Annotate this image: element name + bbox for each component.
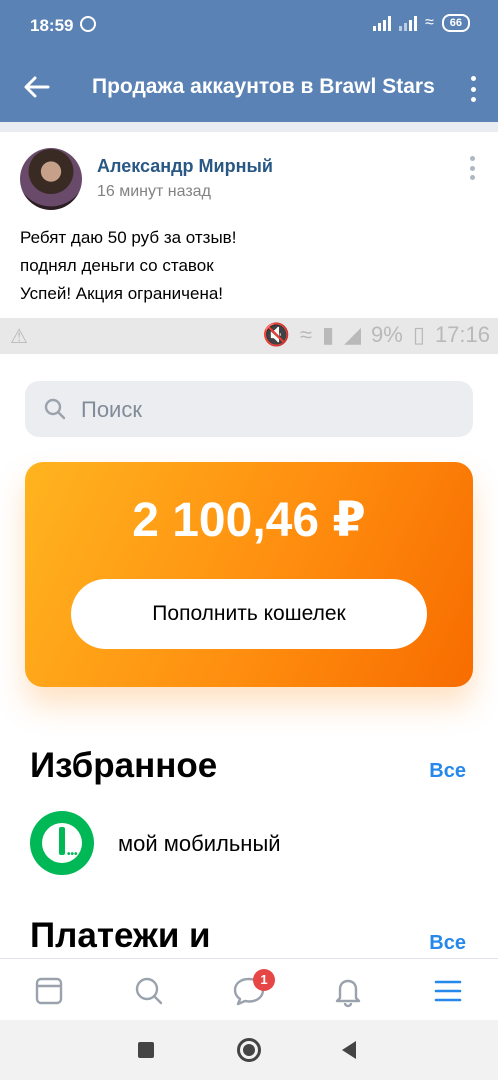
search-icon[interactable] [129,971,169,1011]
wifi-icon: ≈ [299,322,312,347]
back-button[interactable] [342,1041,356,1059]
megafon-logo-icon: ••• [30,811,94,875]
section-divider [0,122,498,132]
more-options-icon[interactable] [468,74,478,104]
battery-icon: ▯ [412,322,425,347]
newsfeed-icon[interactable] [29,971,69,1011]
embedded-status-bar: ⚠ 🔇 ≈ ▮ ◢ 9% ▯ 17:16 [0,318,498,354]
favorites-title: Избранное [30,746,218,785]
post-text-line: Ребят даю 50 руб за отзыв! [20,228,237,247]
post-image[interactable]: ⚠ 🔇 ≈ ▮ ◢ 9% ▯ 17:16 Поиск 2 100,46 ₽ По… [0,318,498,1020]
mute-icon: 🔇 [262,322,290,347]
tab-bar: 1 [0,958,498,1020]
post-time: 16 минут назад [97,183,211,200]
favorites-all-link: Все [429,760,466,782]
embedded-battery-percent: 9% [371,322,403,347]
payments-title: Платежи и [30,916,211,955]
battery-icon: 66 [441,14,470,32]
signal-icon [372,15,391,31]
back-arrow-icon[interactable] [22,72,52,102]
post-text: Ребят даю 50 руб за отзыв! поднял деньги… [20,224,236,308]
status-time: 18:59 [30,16,74,35]
messages-badge: 1 [253,969,275,991]
search-placeholder: Поиск [81,397,142,422]
avatar[interactable] [20,148,82,210]
wallet-card: 2 100,46 ₽ Пополнить кошелек [25,462,473,687]
wallet-balance: 2 100,46 ₽ [132,494,366,547]
tab-messages[interactable]: 1 [229,969,275,1011]
notifications-icon[interactable] [328,971,368,1011]
system-nav-bar [0,1020,498,1080]
wifi-icon: ≈ [424,14,434,31]
recents-button[interactable] [138,1042,154,1058]
embedded-time: 17:16 [434,322,490,347]
topup-wallet-button: Пополнить кошелек [71,579,427,649]
signal-icon: ◢ [344,322,362,347]
home-button[interactable] [237,1038,261,1062]
alarm-icon [80,16,96,32]
page-title: Продажа аккаунтов в Brawl Stars [92,75,435,98]
post: Александр Мирный 16 минут назад Ребят да… [0,132,498,318]
signal-icon-2 [398,15,417,31]
menu-icon[interactable] [428,971,468,1011]
favorite-item-label: мой мобильный [118,831,281,856]
search-icon [44,398,66,420]
post-more-icon[interactable] [470,156,476,180]
payments-all-link: Все [429,932,466,954]
status-icons: ≈ 66 [372,14,470,32]
app-bar: Продажа аккаунтов в Brawl Stars [0,54,498,122]
post-author[interactable]: Александр Мирный [97,156,273,177]
post-text-line: поднял деньги со ставок [20,256,214,275]
post-text-line: Успей! Акция ограничена! [20,284,224,303]
sim-icon: ▮ [322,322,335,347]
warning-icon: ⚠ [10,326,28,348]
search-field: Поиск [25,381,473,437]
status-bar: 18:59 ≈ 66 [0,0,498,54]
